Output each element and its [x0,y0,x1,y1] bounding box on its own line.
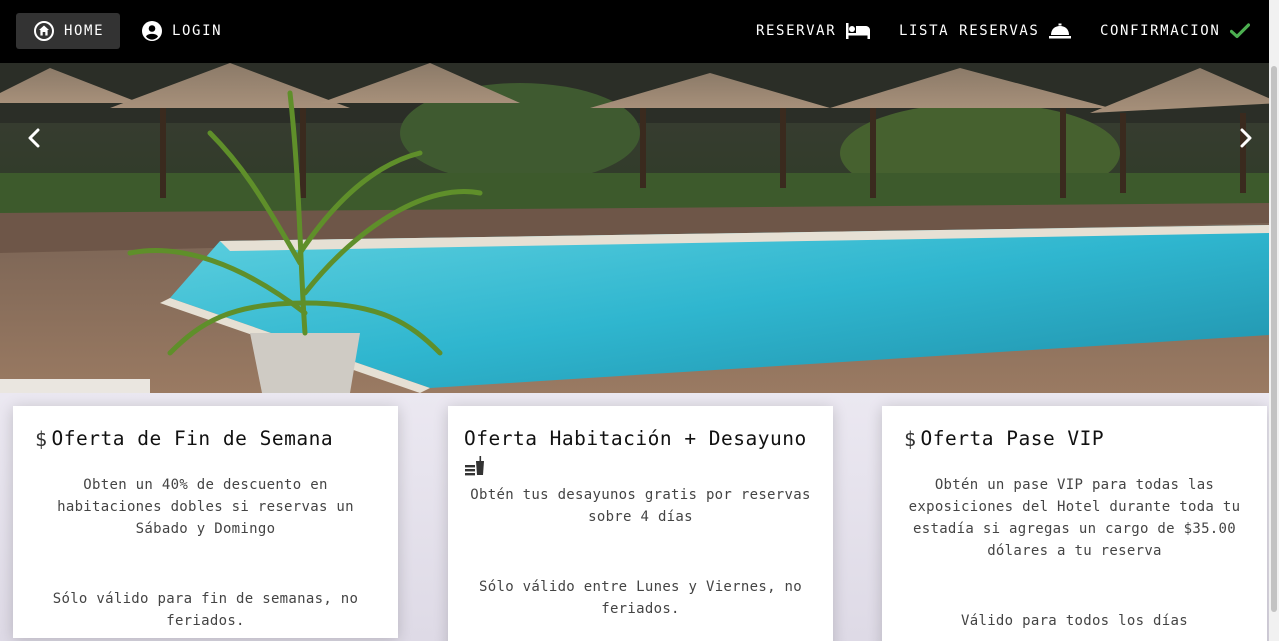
nav-confirmacion-label: CONFIRMACION [1100,23,1221,39]
offer-card-title: $ Oferta Pase VIP [898,426,1251,452]
chevron-left-icon [27,128,41,152]
pool-resort-image [0,63,1269,393]
room-service-bell-icon [1049,23,1072,39]
bed-icon [846,23,871,39]
chevron-right-icon [1239,128,1253,152]
offers-section: $ Oferta de Fin de Semana Obten un 40% d… [0,393,1269,641]
scrollbar-thumb[interactable] [1271,66,1277,612]
offer-card-breakfast[interactable]: Oferta Habitación + Desayuno Obtén tus d… [448,406,833,641]
offer-title-text: Oferta Habitación + Desayuno [464,427,807,450]
offer-description: Obtén tus desayunos gratis por reservas … [470,487,811,525]
breakfast-icon [464,456,486,478]
offer-note: Sólo válido entre Lunes y Viernes, no fe… [479,579,802,617]
home-icon [34,21,54,41]
carousel-prev-button[interactable] [19,125,49,155]
offer-title-text: Oferta Pase VIP [920,427,1105,450]
nav-login[interactable]: LOGIN [134,13,230,49]
offer-description: Obten un 40% de descuento en habitacione… [57,477,354,537]
offer-title-text: Oferta de Fin de Semana [51,427,334,450]
offer-card-weekend[interactable]: $ Oferta de Fin de Semana Obten un 40% d… [13,406,398,638]
nav-login-label: LOGIN [172,23,223,39]
nav-reservar-label: RESERVAR [756,23,837,39]
carousel-next-button[interactable] [1231,125,1261,155]
dollar-icon: $ [35,427,48,451]
nav-confirmacion[interactable]: CONFIRMACION [1092,13,1258,49]
top-navbar: HOME LOGIN RESERVAR LISTA RESERVAS CONFI… [0,0,1269,63]
offer-note: Sólo válido para fin de semanas, no feri… [52,591,359,629]
page-scrollbar[interactable] [1269,0,1279,641]
offer-card-title: $ Oferta de Fin de Semana [29,426,382,452]
nav-lista-reservas-label: LISTA RESERVAS [899,23,1040,39]
dollar-icon: $ [904,427,917,451]
offer-note: Válido para todos los días [961,613,1188,629]
nav-lista-reservas[interactable]: LISTA RESERVAS [891,13,1079,49]
offer-card-vip[interactable]: $ Oferta Pase VIP Obtén un pase VIP para… [882,406,1267,641]
nav-reservar[interactable]: RESERVAR [748,13,878,49]
nav-home[interactable]: HOME [16,13,120,49]
offer-card-title: Oferta Habitación + Desayuno [464,426,817,478]
account-circle-icon [142,21,162,41]
offer-description: Obtén un pase VIP para todas las exposic… [908,477,1241,559]
hero-carousel [0,63,1269,393]
nav-home-label: HOME [64,23,105,39]
checkmark-icon [1230,23,1251,39]
